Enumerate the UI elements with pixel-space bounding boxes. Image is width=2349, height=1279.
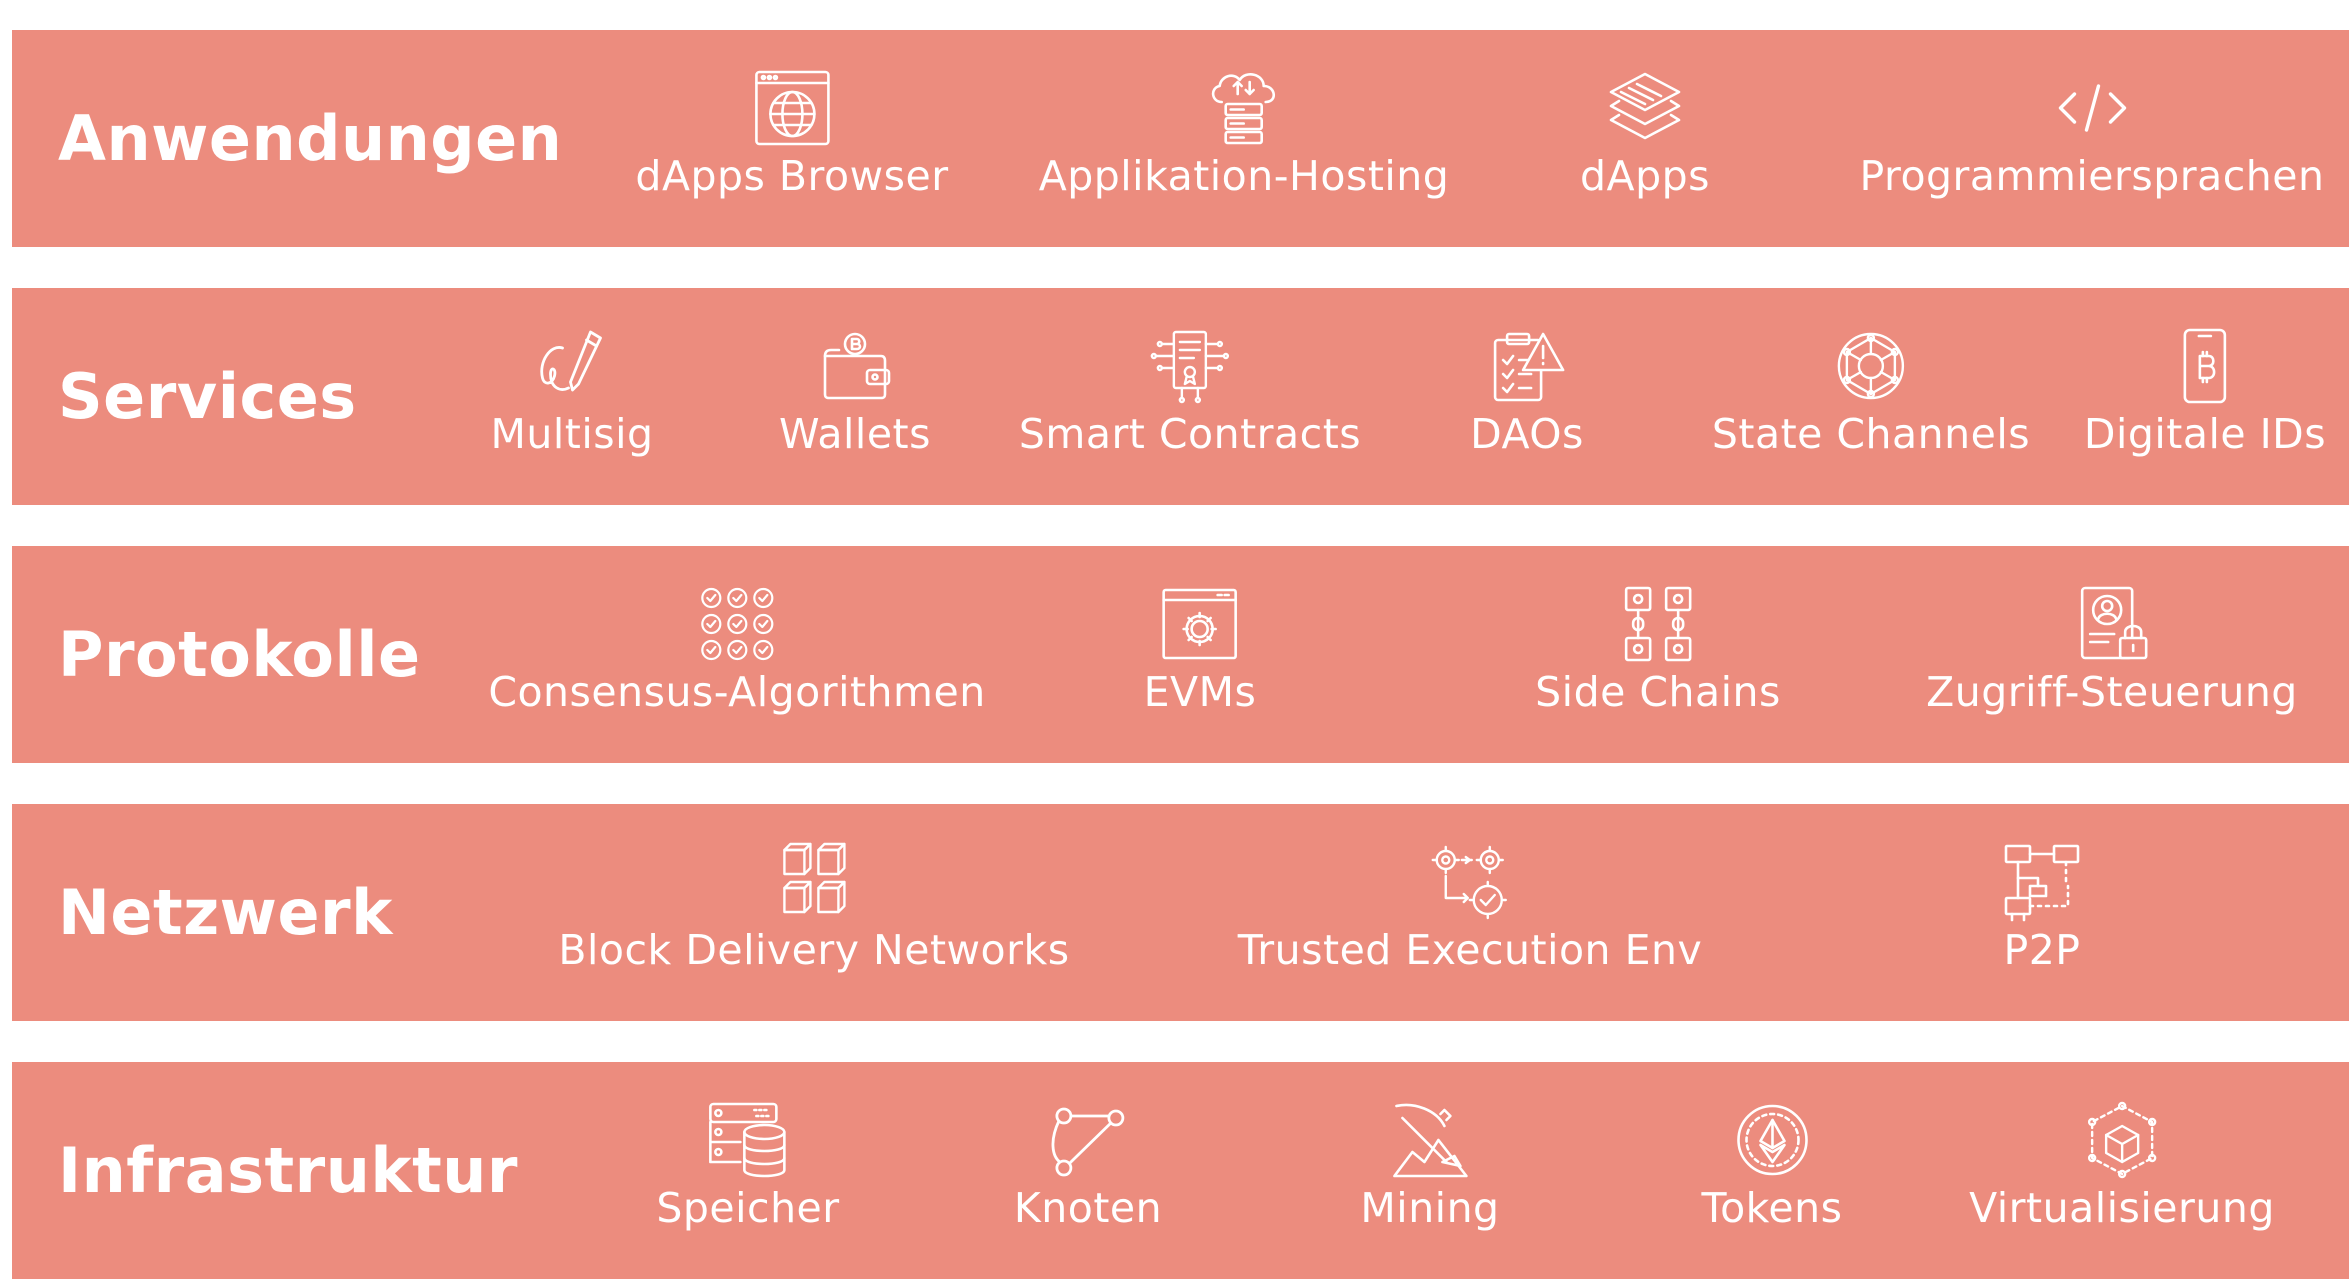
item-label: dApps	[1580, 152, 1710, 200]
item-label: dApps Browser	[635, 152, 949, 200]
item-label: Consensus-Algorithmen	[488, 668, 986, 716]
cubes-icon	[774, 842, 854, 922]
item-programmiersprachen: Programmiersprachen	[1859, 68, 2324, 201]
network-sphere-icon	[1831, 326, 1911, 406]
gear-window-icon	[1160, 584, 1240, 664]
item-zugriff-steuerung: Zugriff-Steuerung	[1926, 584, 2298, 717]
item-label: Zugriff-Steuerung	[1926, 668, 2298, 716]
item-label: Multisig	[490, 410, 654, 458]
item-evms: EVMs	[1144, 584, 1257, 717]
layer-title: Services	[58, 360, 357, 433]
item-tokens: Tokens	[1701, 1100, 1842, 1233]
bitcoin-wallet-icon	[815, 326, 895, 406]
item-label: EVMs	[1143, 668, 1257, 716]
check-grid-icon	[697, 584, 777, 664]
layer-title: Anwendungen	[58, 102, 563, 175]
item-label: Virtualisierung	[1969, 1184, 2275, 1232]
smart-contract-icon	[1150, 326, 1230, 406]
pickaxe-icon	[1390, 1100, 1470, 1180]
item-dapps: dApps	[1580, 68, 1710, 201]
item-label: Trusted Execution Env	[1237, 926, 1703, 974]
item-dapps-browser: dApps Browser	[635, 68, 948, 201]
layer-protokolle: Protokolle Consensus-Algorithmen EVMs Si…	[12, 546, 2349, 763]
item-label: Mining	[1360, 1184, 1500, 1232]
item-trusted-execution-env: Trusted Execution Env	[1238, 842, 1702, 975]
layers-icon	[1605, 68, 1685, 148]
side-chains-icon	[1618, 584, 1698, 664]
clipboard-alert-icon	[1487, 326, 1567, 406]
code-icon	[2052, 68, 2132, 148]
item-block-delivery-networks: Block Delivery Networks	[558, 842, 1069, 975]
signature-pen-icon	[532, 326, 612, 406]
item-p2p: P2P	[2002, 842, 2082, 975]
gears-check-icon	[1430, 842, 1510, 922]
item-label: Block Delivery Networks	[558, 926, 1070, 974]
item-label: Digitale IDs	[2083, 410, 2327, 458]
id-lock-icon	[2072, 584, 2152, 664]
ethereum-coin-icon	[1732, 1100, 1812, 1180]
item-mining: Mining	[1360, 1100, 1499, 1233]
item-state-channels: State Channels	[1712, 326, 2030, 459]
item-label: Programmiersprachen	[1859, 152, 2325, 200]
item-applikation-hosting: Applikation-Hosting	[1039, 68, 1450, 201]
item-consensus-algorithmen: Consensus-Algorithmen	[488, 584, 985, 717]
layer-infrastruktur: Infrastruktur Speicher Knoten Mining Tok…	[12, 1062, 2349, 1279]
bitcoin-phone-icon	[2165, 326, 2245, 406]
virtual-cube-icon	[2082, 1100, 2162, 1180]
item-label: Knoten	[1013, 1184, 1163, 1232]
item-knoten: Knoten	[1014, 1100, 1162, 1233]
item-smart-contracts: Smart Contracts	[1019, 326, 1361, 459]
layer-title: Protokolle	[58, 618, 421, 691]
p2p-network-icon	[2002, 842, 2082, 922]
item-label: Tokens	[1701, 1184, 1843, 1232]
item-label: Side Chains	[1535, 668, 1781, 716]
item-daos: DAOs	[1470, 326, 1584, 459]
nodes-icon	[1048, 1100, 1128, 1180]
item-label: Applikation-Hosting	[1038, 152, 1450, 200]
item-label: Speicher	[656, 1184, 840, 1232]
layer-title: Infrastruktur	[58, 1134, 518, 1207]
cloud-server-icon	[1204, 68, 1284, 148]
item-label: Smart Contracts	[1018, 410, 1362, 458]
layer-title: Netzwerk	[58, 876, 393, 949]
item-multisig: Multisig	[491, 326, 654, 459]
layer-anwendungen: Anwendungen dApps Browser Applikation-Ho…	[12, 30, 2349, 247]
layer-services: Services Multisig Wallets Smart Contract…	[12, 288, 2349, 505]
layer-netzwerk: Netzwerk Block Delivery Networks Trusted…	[12, 804, 2349, 1021]
browser-globe-icon	[752, 68, 832, 148]
item-virtualisierung: Virtualisierung	[1969, 1100, 2275, 1233]
item-label: P2P	[2003, 926, 2081, 974]
item-side-chains: Side Chains	[1535, 584, 1781, 717]
item-digitale-ids: Digitale IDs	[2084, 326, 2326, 459]
item-wallets: Wallets	[779, 326, 931, 459]
item-speicher: Speicher	[656, 1100, 839, 1233]
database-icon	[708, 1100, 788, 1180]
item-label: Wallets	[779, 410, 931, 458]
item-label: State Channels	[1711, 410, 2031, 458]
item-label: DAOs	[1470, 410, 1584, 458]
